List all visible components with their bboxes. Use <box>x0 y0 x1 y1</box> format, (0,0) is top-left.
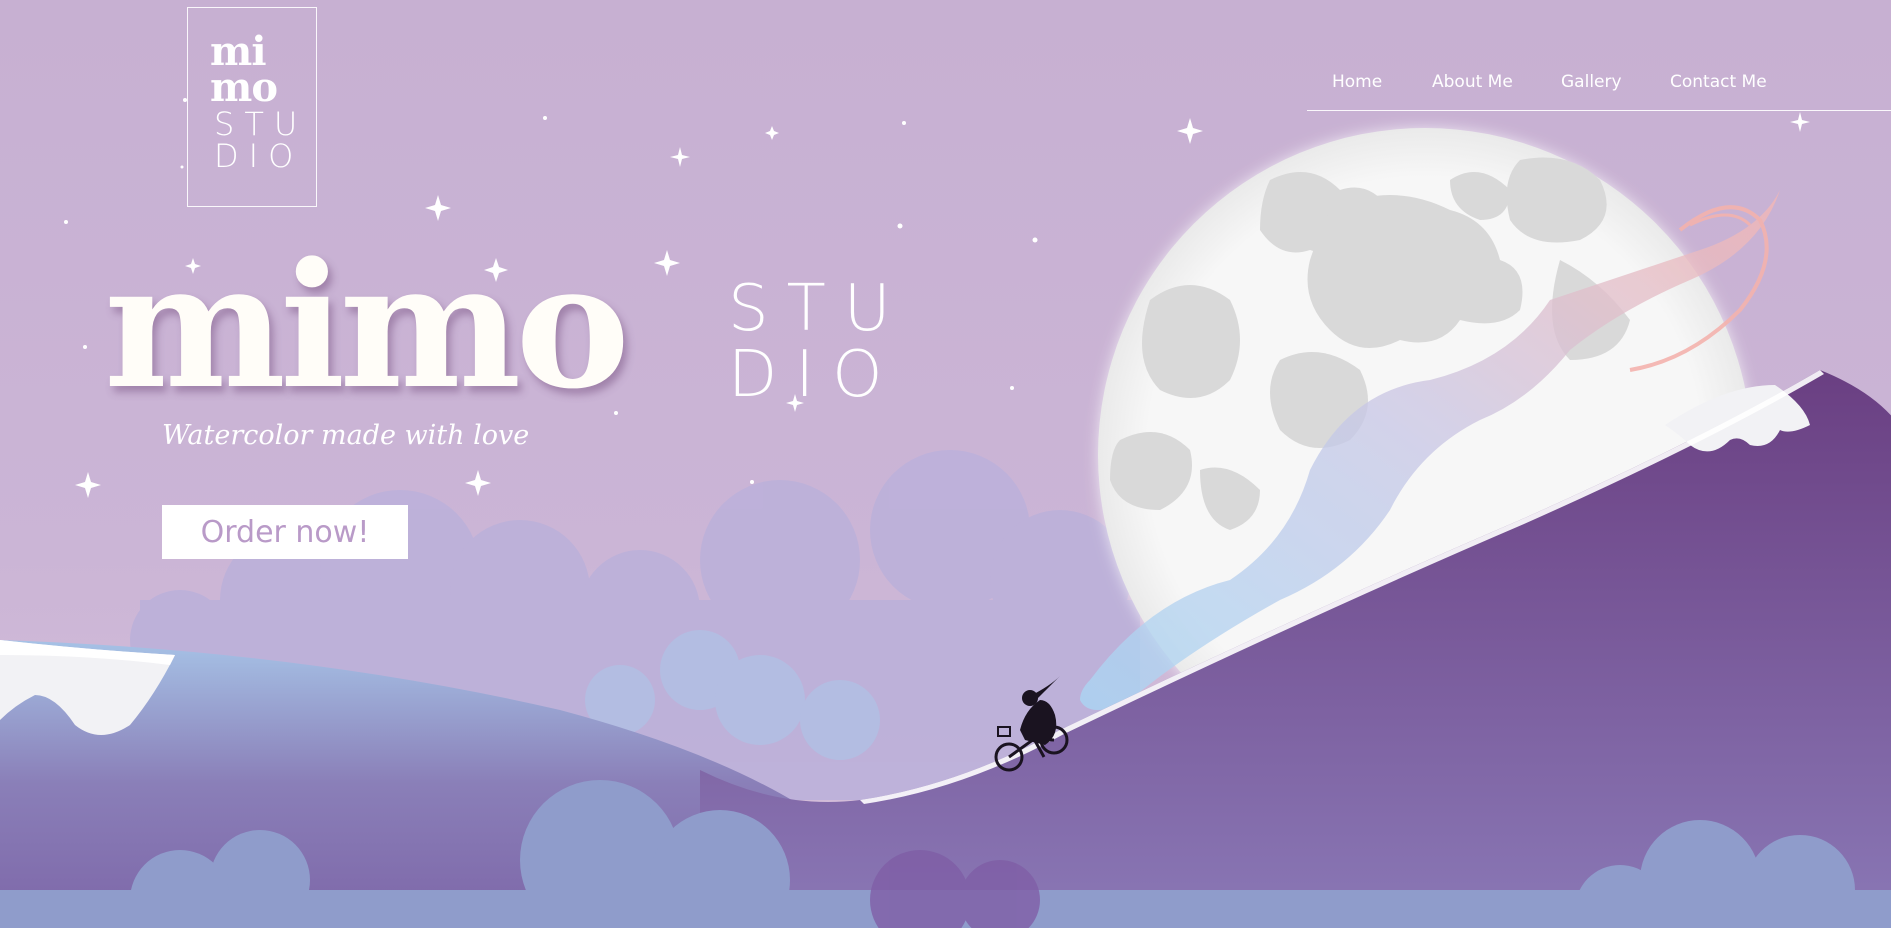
logo-studio-text: STU DIO <box>214 105 308 175</box>
hero-mimo-wordmark: mimo <box>104 224 630 427</box>
nav-home[interactable]: Home <box>1332 72 1382 92</box>
hero-title: mimo <box>104 224 630 427</box>
hero-tagline: Watercolor made with love <box>162 420 530 451</box>
order-now-button[interactable]: Order now! <box>162 505 408 559</box>
nav-contact-me[interactable]: Contact Me <box>1670 72 1767 92</box>
logo-mimo-text: mi mo <box>210 28 278 111</box>
main-nav: Home About Me Gallery Contact Me <box>1307 70 1891 111</box>
hero-studio-wordmark: STU DIO <box>728 272 909 412</box>
nav-about-me[interactable]: About Me <box>1432 72 1513 92</box>
logo-box[interactable]: mi mo STU DIO <box>187 7 317 207</box>
nav-gallery[interactable]: Gallery <box>1561 72 1622 92</box>
